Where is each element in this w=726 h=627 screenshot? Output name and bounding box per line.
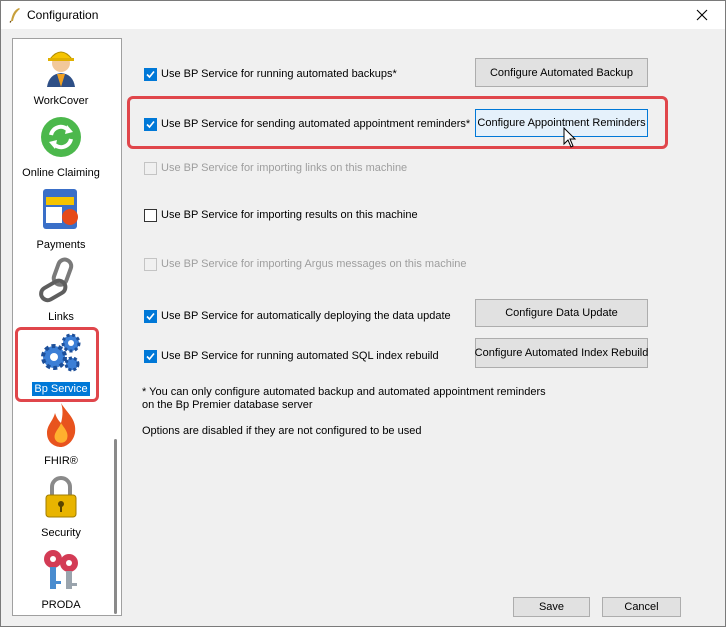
backups-checkbox[interactable]	[144, 67, 157, 81]
cancel-button[interactable]: Cancel	[602, 597, 681, 617]
sidebar-item-label: Payments	[36, 239, 86, 251]
index-rebuild-label: Use BP Service for running automated SQL…	[161, 350, 439, 362]
sidebar-item-label: FHIR®	[44, 455, 78, 467]
app-quill-icon	[9, 8, 20, 23]
results-checkbox[interactable]	[144, 208, 157, 222]
data-update-label: Use BP Service for automatically deployi…	[161, 310, 451, 322]
links-label: Use BP Service for importing links on th…	[161, 162, 408, 174]
chain-link-icon	[39, 257, 74, 303]
sidebar-item-label: PRODA	[41, 599, 81, 611]
checkmark-icon	[146, 312, 155, 320]
reminders-label: Use BP Service for sending automated app…	[161, 118, 471, 130]
argus-label: Use BP Service for importing Argus messa…	[161, 258, 467, 270]
note-disabled-options: Options are disabled if they are not con…	[142, 425, 422, 437]
note-server-only: * You can only configure automated backu…	[142, 386, 546, 398]
worker-helmet-icon	[47, 51, 75, 87]
scrollbar-thumb[interactable]	[114, 439, 117, 614]
results-label: Use BP Service for importing results on …	[161, 209, 418, 221]
checkmark-icon	[146, 70, 155, 78]
option-appointment-reminders[interactable]: Use BP Service for sending automated app…	[144, 116, 470, 132]
index-rebuild-checkbox[interactable]	[144, 349, 157, 363]
sidebar-item-online-claiming[interactable]: Online Claiming	[13, 111, 109, 183]
option-automated-backups[interactable]: Use BP Service for running automated bac…	[144, 66, 397, 82]
checkmark-icon	[146, 120, 155, 128]
sidebar-item-workcover[interactable]: WorkCover	[13, 39, 109, 111]
backups-label: Use BP Service for running automated bac…	[161, 68, 397, 80]
mouse-cursor-icon	[563, 127, 577, 148]
argus-checkbox	[144, 257, 157, 271]
sidebar-item-label: Links	[48, 311, 74, 323]
sidebar-item-label: Online Claiming	[22, 167, 100, 179]
sidebar-item-proda[interactable]: PRODA	[13, 543, 109, 615]
option-importing-results[interactable]: Use BP Service for importing results on …	[144, 207, 418, 223]
padlock-icon	[45, 476, 77, 518]
configure-appointment-reminders-button[interactable]: Configure Appointment Reminders	[475, 109, 648, 137]
sidebar-item-label: WorkCover	[33, 95, 89, 107]
sidebar-item-links[interactable]: Links	[13, 255, 109, 327]
close-icon	[696, 9, 708, 21]
green-refresh-icon	[41, 117, 81, 157]
sidebar-scrollbar[interactable]	[109, 39, 121, 615]
flame-icon	[47, 403, 76, 447]
close-button[interactable]	[679, 1, 725, 29]
title-bar[interactable]: Configuration	[1, 1, 725, 29]
option-importing-argus: Use BP Service for importing Argus messa…	[144, 256, 467, 272]
sidebar-item-fhir[interactable]: FHIR®	[13, 399, 109, 471]
save-button[interactable]: Save	[513, 597, 590, 617]
links-checkbox	[144, 161, 157, 175]
option-importing-links: Use BP Service for importing links on th…	[144, 160, 407, 176]
option-data-update[interactable]: Use BP Service for automatically deployi…	[144, 308, 451, 324]
data-update-checkbox[interactable]	[144, 309, 157, 323]
configure-automated-backup-button[interactable]: Configure Automated Backup	[475, 58, 648, 87]
note-server-only-cont: on the Bp Premier database server	[142, 399, 313, 411]
configure-automated-index-rebuild-button[interactable]: Configure Automated Index Rebuild	[475, 338, 648, 368]
sidebar-item-security[interactable]: Security	[13, 471, 109, 543]
reminders-checkbox[interactable]	[144, 117, 157, 131]
keys-icon	[44, 550, 78, 589]
configure-data-update-button[interactable]: Configure Data Update	[475, 299, 648, 327]
checkmark-icon	[146, 352, 155, 360]
window-title: Configuration	[27, 8, 99, 22]
sidebar-item-payments[interactable]: Payments	[13, 183, 109, 255]
option-index-rebuild[interactable]: Use BP Service for running automated SQL…	[144, 348, 439, 364]
sidebar-item-label: Security	[41, 527, 81, 539]
selection-highlight	[15, 327, 99, 402]
configuration-window: Configuration WorkCover Online Claiming …	[0, 0, 726, 627]
payment-card-icon	[43, 189, 78, 229]
